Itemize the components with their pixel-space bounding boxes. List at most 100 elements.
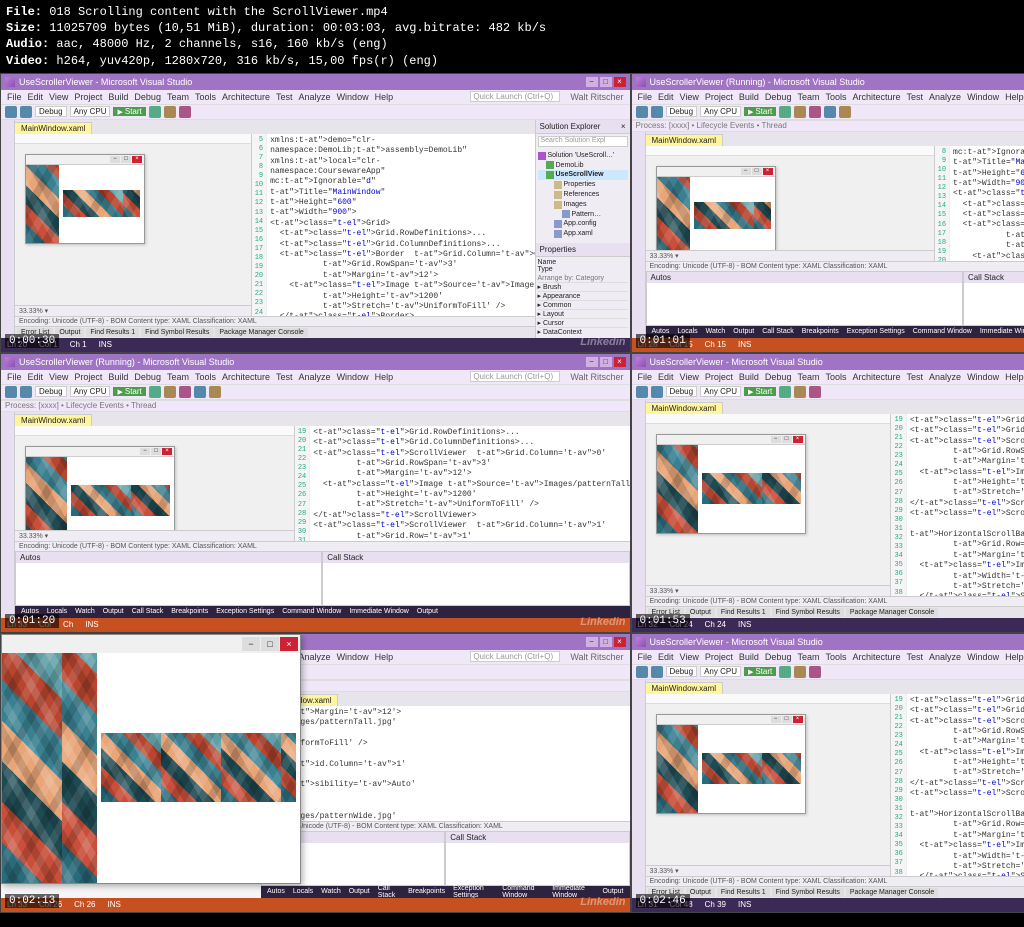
output-tab[interactable]: Package Manager Console [846, 608, 938, 617]
menu-help[interactable]: Help [375, 92, 394, 102]
menu-tools[interactable]: Tools [825, 652, 846, 662]
menu-test[interactable]: Test [907, 372, 924, 382]
menu-build[interactable]: Build [739, 92, 759, 102]
output-tab[interactable]: Find Results 1 [717, 608, 770, 617]
start-button[interactable]: Start [113, 107, 145, 116]
config-dropdown[interactable]: Debug [666, 106, 698, 117]
code-editor[interactable]: 1920212223242526272829303132333435363738… [891, 694, 1024, 876]
output-tab[interactable]: Find Results 1 [86, 328, 139, 337]
menu-window[interactable]: Window [967, 92, 999, 102]
output-tab[interactable]: Package Manager Console [215, 328, 307, 337]
tool-icon[interactable] [779, 106, 791, 118]
fwd-icon[interactable] [651, 106, 663, 118]
menu-build[interactable]: Build [108, 372, 128, 382]
back-icon[interactable] [5, 106, 17, 118]
menu-debug[interactable]: Debug [134, 372, 161, 382]
menu-help[interactable]: Help [375, 372, 394, 382]
menu-test[interactable]: Test [276, 92, 293, 102]
platform-dropdown[interactable]: Any CPU [700, 106, 741, 117]
quick-launch-input[interactable]: Quick Launch (Ctrl+Q) [470, 91, 560, 102]
menu-help[interactable]: Help [1005, 652, 1024, 662]
start-button[interactable]: Start [744, 667, 776, 676]
tool-icon[interactable] [809, 386, 821, 398]
config-dropdown[interactable]: Debug [666, 386, 698, 397]
autos-panel[interactable]: Autos [646, 271, 963, 326]
callstack-panel[interactable]: Call Stack [445, 831, 629, 886]
menu-file[interactable]: File [638, 652, 653, 662]
menu-test[interactable]: Test [907, 92, 924, 102]
close-icon[interactable]: × [614, 77, 626, 87]
menu-window[interactable]: Window [337, 92, 369, 102]
editor-tab[interactable]: MainWindow.xaml [646, 682, 723, 694]
menu-file[interactable]: File [638, 92, 653, 102]
maximize-icon[interactable]: □ [600, 357, 612, 367]
callstack-panel[interactable]: Call Stack [322, 551, 629, 606]
menu-architecture[interactable]: Architecture [222, 372, 270, 382]
quick-launch-input[interactable]: Quick Launch (Ctrl+Q) [470, 371, 560, 382]
menu-file[interactable]: File [638, 372, 653, 382]
output-tab[interactable]: Find Symbol Results [141, 328, 213, 337]
menu-project[interactable]: Project [74, 372, 102, 382]
solution-search-input[interactable]: Search Solution Expl [538, 136, 628, 147]
output-tab[interactable]: Package Manager Console [846, 888, 938, 897]
editor-tab[interactable]: MainWindow.xaml [646, 134, 723, 146]
platform-dropdown[interactable]: Any CPU [70, 106, 111, 117]
back-icon[interactable] [636, 386, 648, 398]
tool-icon[interactable] [809, 666, 821, 678]
minimize-icon[interactable]: − [586, 357, 598, 367]
fwd-icon[interactable] [651, 386, 663, 398]
maximize-icon[interactable]: □ [600, 637, 612, 647]
fwd-icon[interactable] [651, 666, 663, 678]
tool-icon[interactable] [179, 106, 191, 118]
close-icon[interactable]: × [614, 637, 626, 647]
menu-help[interactable]: Help [375, 652, 394, 662]
menu-project[interactable]: Project [74, 92, 102, 102]
back-icon[interactable] [5, 386, 17, 398]
output-tab[interactable]: Output [686, 888, 715, 897]
menu-edit[interactable]: Edit [658, 652, 674, 662]
menu-window[interactable]: Window [967, 372, 999, 382]
autos-panel[interactable]: Autos [15, 551, 322, 606]
menu-tools[interactable]: Tools [825, 92, 846, 102]
menu-view[interactable]: View [680, 372, 699, 382]
menu-analyze[interactable]: Analyze [929, 92, 961, 102]
menu-project[interactable]: Project [705, 372, 733, 382]
menu-analyze[interactable]: Analyze [929, 372, 961, 382]
output-tab[interactable]: Output [55, 328, 84, 337]
platform-dropdown[interactable]: Any CPU [700, 386, 741, 397]
tool-icon[interactable] [794, 666, 806, 678]
menu-view[interactable]: View [49, 92, 68, 102]
menu-edit[interactable]: Edit [28, 92, 44, 102]
left-tab-well[interactable] [1, 412, 15, 618]
menu-build[interactable]: Build [739, 372, 759, 382]
platform-dropdown[interactable]: Any CPU [700, 666, 741, 677]
fwd-icon[interactable] [20, 386, 32, 398]
menu-debug[interactable]: Debug [134, 92, 161, 102]
menu-edit[interactable]: Edit [658, 372, 674, 382]
stop-icon[interactable] [839, 106, 851, 118]
menu-view[interactable]: View [680, 92, 699, 102]
start-button[interactable]: Start [744, 107, 776, 116]
xaml-designer[interactable]: −□× 33.33% ▾ [646, 146, 935, 261]
xaml-designer[interactable]: −□× 33.33% ▾ [646, 414, 892, 596]
menu-window[interactable]: Window [967, 652, 999, 662]
maximize-icon[interactable]: □ [600, 77, 612, 87]
minimize-icon[interactable]: − [242, 637, 260, 651]
menu-architecture[interactable]: Architecture [852, 652, 900, 662]
menu-analyze[interactable]: Analyze [299, 92, 331, 102]
menu-team[interactable]: Team [167, 92, 189, 102]
menu-test[interactable]: Test [907, 652, 924, 662]
stop-icon[interactable] [209, 386, 221, 398]
left-tab-well[interactable] [632, 400, 646, 618]
menu-debug[interactable]: Debug [765, 372, 792, 382]
menu-view[interactable]: View [680, 652, 699, 662]
tool-icon[interactable] [149, 386, 161, 398]
menu-team[interactable]: Team [797, 372, 819, 382]
menu-team[interactable]: Team [167, 372, 189, 382]
menu-project[interactable]: Project [705, 92, 733, 102]
tool-icon[interactable] [794, 386, 806, 398]
menu-analyze[interactable]: Analyze [929, 652, 961, 662]
xaml-designer[interactable]: −□× 33.33% ▾ [15, 426, 295, 541]
fwd-icon[interactable] [20, 106, 32, 118]
menu-build[interactable]: Build [108, 92, 128, 102]
